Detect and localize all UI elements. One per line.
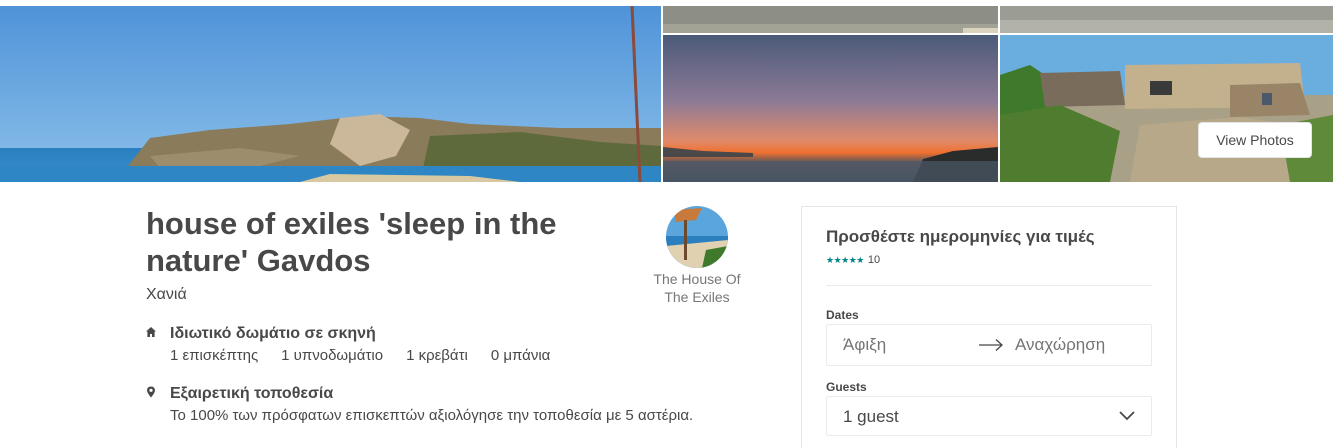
bathroom-count: 0 μπάνια xyxy=(490,347,551,364)
checkin-input[interactable]: Άφιξη xyxy=(843,335,886,355)
host-avatar[interactable] xyxy=(666,206,728,268)
review-count: 10 xyxy=(867,254,881,266)
listing-city[interactable]: Χανιά xyxy=(146,286,187,304)
guest-count: 1 επισκέπτης xyxy=(170,347,259,364)
feature-location: Εξαιρετική τοποθεσία Το 100% των πρόσφατ… xyxy=(146,384,786,426)
photo-clouds-strip[interactable] xyxy=(1000,6,1333,33)
feature-title: Εξαιρετική τοποθεσία xyxy=(170,385,334,402)
guests-value: 1 guest xyxy=(843,407,899,426)
checkout-input[interactable]: Αναχώρηση xyxy=(1015,335,1105,355)
booking-title: Προσθέστε ημερομηνίες για τιμές xyxy=(826,227,1095,246)
feature-room-type: Ιδιωτικό δωμάτιο σε σκηνή 1 επισκέπτης 1… xyxy=(146,324,786,366)
chevron-down-icon xyxy=(1119,410,1135,422)
home-icon xyxy=(146,326,156,338)
bedroom-count: 1 υπνοδωμάτιο xyxy=(281,347,384,364)
room-details: 1 επισκέπτης 1 υπνοδωμάτιο 1 κρεβάτι 0 μ… xyxy=(170,346,786,366)
photo-sunset[interactable] xyxy=(663,35,998,182)
host-profile[interactable]: The House Of The Exiles xyxy=(640,206,754,306)
guests-label: Guests xyxy=(826,380,867,394)
host-name[interactable]: The House Of The Exiles xyxy=(640,270,754,306)
location-rating-text: Το 100% των πρόσφατων επισκεπτών αξιολόγ… xyxy=(170,407,694,424)
main-photo-beach[interactable] xyxy=(0,6,661,182)
star-rating: ★★★★★ xyxy=(826,254,864,265)
divider xyxy=(826,285,1152,286)
location-description: Το 100% των πρόσφατων επισκεπτών αξιολόγ… xyxy=(170,406,786,426)
view-photos-button[interactable]: View Photos xyxy=(1198,122,1312,158)
dates-label: Dates xyxy=(826,308,859,322)
dates-picker[interactable]: Άφιξη Αναχώρηση xyxy=(826,324,1152,366)
arrow-right-icon xyxy=(978,338,1004,352)
bed-count: 1 κρεβάτι xyxy=(406,347,468,364)
feature-title: Ιδιωτικό δωμάτιο σε σκηνή xyxy=(170,325,376,342)
location-pin-icon xyxy=(146,386,156,398)
photo-gallery: View Photos xyxy=(0,0,1333,182)
rating-summary[interactable]: ★★★★★ 10 xyxy=(826,254,880,266)
photo-sky-strip[interactable] xyxy=(663,6,998,33)
listing-title: house of exiles 'sleep in the nature' Ga… xyxy=(146,206,557,278)
booking-panel: Προσθέστε ημερομηνίες για τιμές ★★★★★ 10… xyxy=(801,206,1177,448)
guests-select[interactable]: 1 guest xyxy=(826,396,1152,436)
photo-stone-house[interactable] xyxy=(1000,35,1333,182)
